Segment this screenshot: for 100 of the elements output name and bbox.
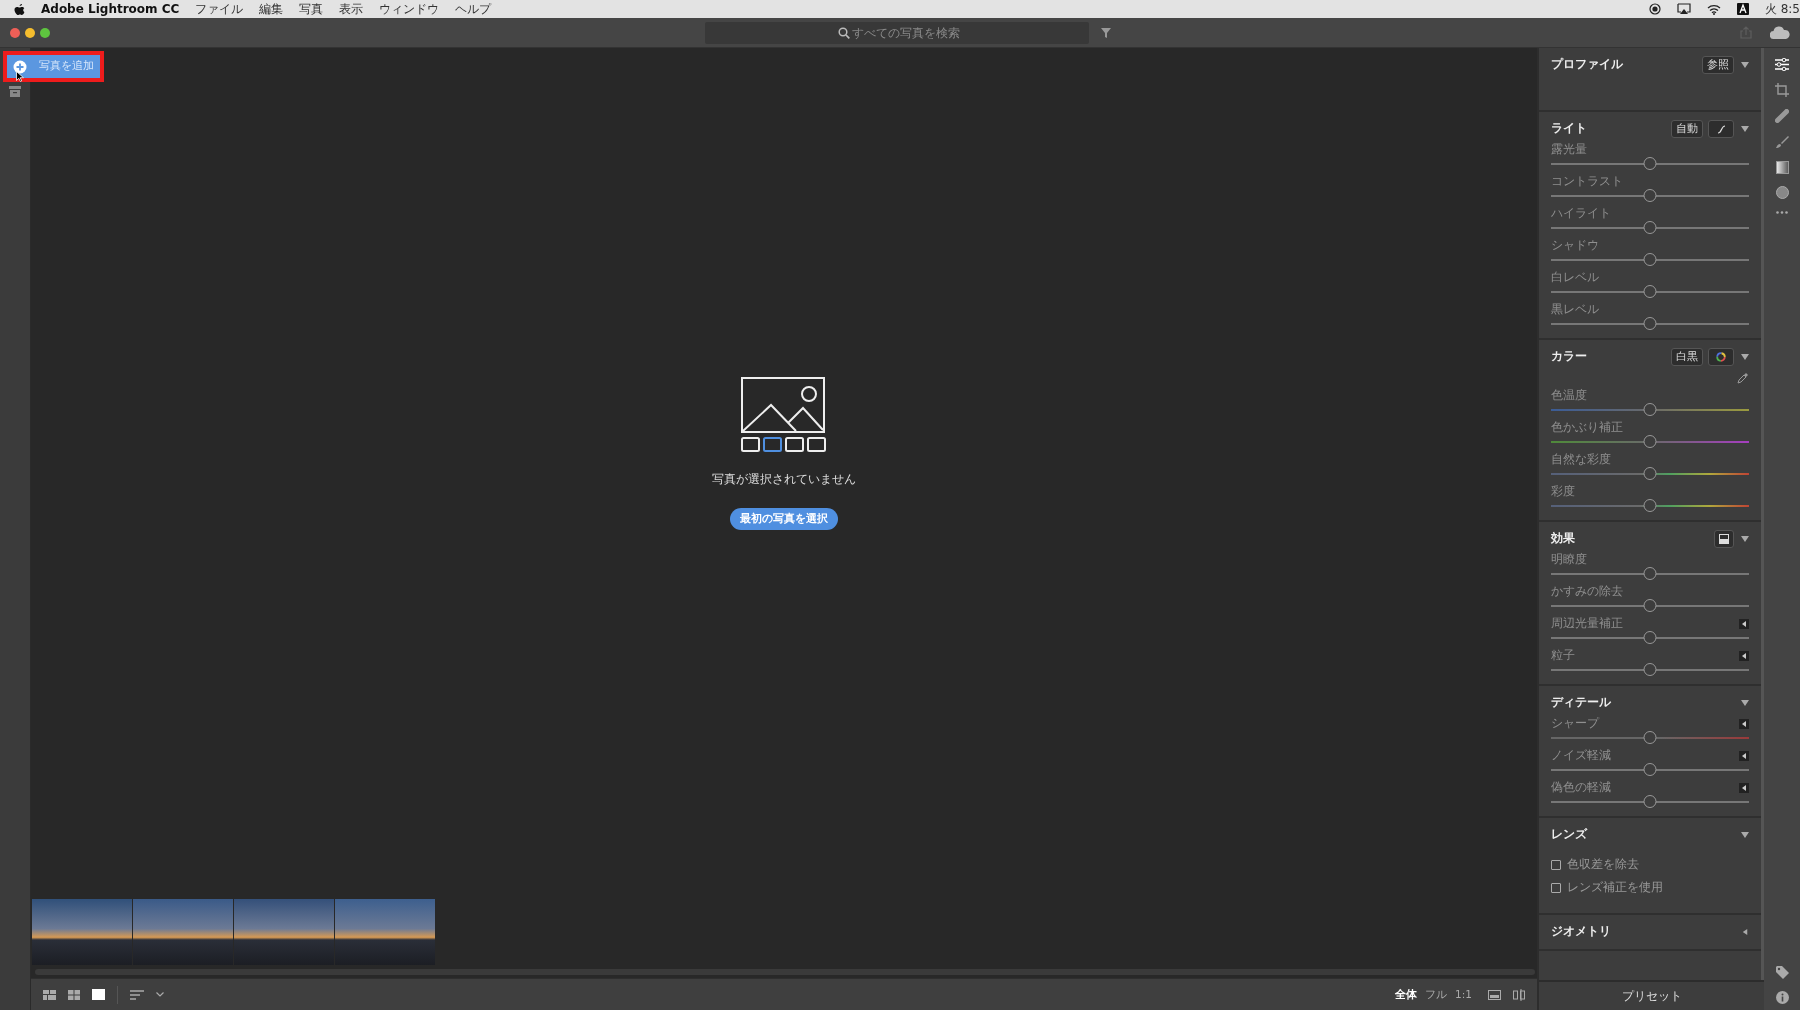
split-square-icon	[1719, 534, 1729, 544]
photo-placeholder[interactable]	[234, 899, 334, 965]
slider-label: 露光量	[1551, 141, 1587, 159]
zoom-option[interactable]: 全体	[1391, 986, 1422, 1003]
slider-thumb[interactable]	[1643, 795, 1657, 808]
caret-icon[interactable]	[1741, 536, 1749, 542]
menu-item[interactable]: 表示	[339, 0, 364, 18]
slider-thumb[interactable]	[1643, 567, 1657, 580]
tag-icon[interactable]	[1775, 966, 1789, 979]
expand-button[interactable]	[1739, 619, 1749, 629]
menu-item[interactable]: ファイル	[195, 0, 244, 18]
slider-thumb[interactable]	[1643, 763, 1657, 776]
color-wheel-icon	[1716, 352, 1726, 362]
slider-thumb[interactable]	[1643, 731, 1657, 744]
radial-icon[interactable]	[1775, 186, 1789, 199]
slider-label: 粒子	[1551, 647, 1575, 665]
slider-thumb[interactable]	[1643, 157, 1657, 170]
caret-icon[interactable]	[1741, 700, 1749, 706]
menu-item[interactable]: ヘルプ	[455, 0, 492, 18]
slider-thumb[interactable]	[1643, 403, 1657, 416]
zoom-option[interactable]: 1:1	[1451, 986, 1476, 1003]
tone-curve-button[interactable]	[1708, 120, 1734, 138]
sort-icon[interactable]	[130, 989, 144, 1000]
slider-label: ハイライト	[1551, 205, 1611, 223]
chevron-down-icon[interactable]	[156, 992, 164, 997]
slider-label: 黒レベル	[1551, 301, 1599, 319]
brush-icon[interactable]	[1775, 135, 1789, 149]
caret-icon[interactable]	[1741, 832, 1749, 838]
slider-thumb[interactable]	[1643, 631, 1657, 644]
square-grid-icon[interactable]	[68, 989, 80, 1000]
split-view-button[interactable]	[1714, 530, 1734, 548]
section-title: カラー	[1551, 348, 1588, 366]
slider-label: 白レベル	[1551, 269, 1599, 287]
empty-photo-icon	[741, 376, 827, 453]
wifi-icon[interactable]	[1706, 3, 1721, 15]
zoom-option[interactable]: フル	[1421, 986, 1452, 1003]
sliders-icon[interactable]	[1775, 58, 1789, 71]
triangle-left-icon	[1742, 785, 1746, 791]
slider-label: ノイズ軽減	[1551, 747, 1611, 765]
info-icon[interactable]	[1775, 991, 1789, 1004]
photo-placeholder[interactable]	[32, 899, 132, 965]
grid-view-icon[interactable]	[43, 989, 56, 1000]
slider-label: コントラスト	[1551, 173, 1623, 191]
app-name: Adobe Lightroom CC	[41, 1, 180, 18]
section-title: ジオメトリ	[1551, 922, 1612, 940]
section-title: レンズ	[1551, 826, 1589, 844]
triangle-left-icon	[1742, 753, 1746, 759]
slider-thumb[interactable]	[1643, 435, 1657, 448]
menu-item[interactable]: ウィンドウ	[379, 0, 440, 18]
filmstrip-toggle-icon[interactable]	[1488, 989, 1501, 1000]
color-mixer-button[interactable]	[1708, 348, 1734, 366]
empty-message: 写真が選択されていません	[712, 470, 856, 488]
expand-button[interactable]	[1739, 719, 1749, 729]
menu-item[interactable]: 編集	[259, 0, 284, 18]
caret-icon[interactable]	[1741, 62, 1749, 68]
slider-thumb[interactable]	[1643, 317, 1657, 330]
slider-thumb[interactable]	[1643, 221, 1657, 234]
section-title: プロファイル	[1551, 56, 1624, 74]
slider-thumb[interactable]	[1643, 499, 1657, 512]
bandage-icon[interactable]	[1775, 109, 1789, 123]
checkbox-label: 色収差を除去	[1567, 856, 1639, 873]
slider-thumb[interactable]	[1643, 663, 1657, 676]
curve-icon	[1716, 124, 1726, 134]
expand-button[interactable]	[1739, 783, 1749, 793]
caret-icon[interactable]	[1741, 354, 1749, 360]
header-button[interactable]: 自動	[1671, 120, 1703, 138]
record-icon[interactable]	[1648, 3, 1661, 15]
gradient-icon[interactable]	[1775, 161, 1789, 174]
photo-placeholder[interactable]	[133, 899, 233, 965]
airplay-icon[interactable]	[1676, 3, 1691, 15]
slider-thumb[interactable]	[1643, 253, 1657, 266]
archive-icon[interactable]	[9, 86, 21, 97]
slider-thumb[interactable]	[1643, 467, 1657, 480]
slider-label: シャドウ	[1551, 237, 1599, 255]
slider-thumb[interactable]	[1643, 189, 1657, 202]
checkbox[interactable]	[1551, 882, 1561, 893]
triangle-left-icon	[1742, 653, 1746, 659]
cursor-icon	[16, 71, 24, 82]
close-button[interactable]	[10, 27, 20, 38]
slider-thumb[interactable]	[1643, 285, 1657, 298]
cloud-icon[interactable]	[1770, 26, 1790, 39]
menu-item[interactable]: 写真	[299, 0, 324, 18]
minimize-button[interactable]	[25, 27, 35, 38]
caret-icon[interactable]	[1741, 928, 1749, 935]
header-button[interactable]: 参照	[1702, 56, 1734, 74]
caret-icon[interactable]	[1741, 126, 1749, 132]
search-field[interactable]: すべての写真を検索	[705, 21, 1089, 44]
photo-placeholder[interactable]	[335, 899, 435, 965]
slider-thumb[interactable]	[1643, 599, 1657, 612]
header-button[interactable]: 白黒	[1671, 348, 1703, 366]
eyedropper-icon[interactable]	[1737, 372, 1749, 384]
zoom-button[interactable]	[40, 27, 50, 38]
expand-button[interactable]	[1739, 751, 1749, 761]
more-icon[interactable]	[1776, 211, 1788, 214]
input-source-icon[interactable]	[1736, 3, 1749, 15]
expand-button[interactable]	[1739, 651, 1749, 661]
crop-icon[interactable]	[1775, 83, 1789, 97]
checkbox[interactable]	[1551, 859, 1561, 870]
filter-icon[interactable]	[1101, 27, 1111, 38]
compare-icon[interactable]	[1513, 988, 1525, 1001]
